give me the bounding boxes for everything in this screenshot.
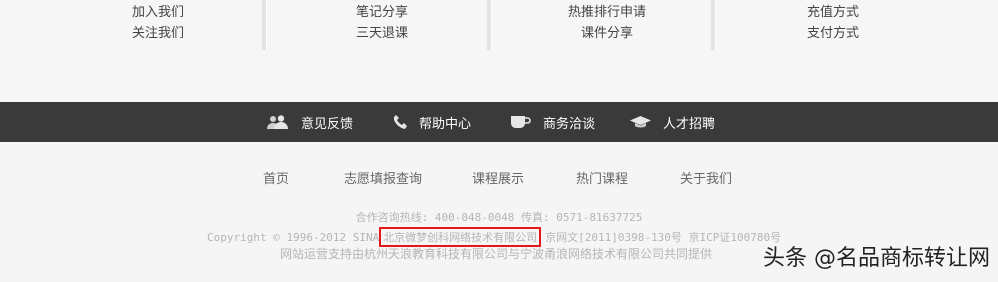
watermark: 头条 @名品商标转让网 bbox=[763, 246, 990, 271]
column-divider bbox=[487, 0, 492, 50]
nav-course-show[interactable]: 课程展示 bbox=[472, 168, 524, 187]
business-label: 商务洽谈 bbox=[543, 116, 596, 132]
help-center-button[interactable]: 帮助中心 bbox=[393, 102, 471, 142]
service-bar: 意见反馈 帮助中心 商务洽谈 人才招聘 bbox=[0, 102, 998, 142]
company-name-highlight: 北京微梦创科网络技术有限公司 bbox=[379, 227, 542, 247]
copyright-line: Copyright © 1996-2012 SINA 北京微梦创科网络技术有限公司… bbox=[207, 227, 781, 247]
users-icon bbox=[267, 115, 288, 129]
column-divider bbox=[262, 0, 267, 50]
link-column-2: 笔记分享 三天退课 bbox=[332, 0, 432, 60]
nav-about-us[interactable]: 关于我们 bbox=[680, 168, 732, 187]
copyright-prefix: Copyright © 1996-2012 SINA bbox=[207, 231, 380, 244]
link-courseware-share[interactable]: 课件分享 bbox=[556, 23, 658, 44]
coffee-cup-icon bbox=[511, 116, 531, 128]
link-column-1: 加入我们 关注我们 bbox=[108, 0, 208, 60]
link-ranking-apply[interactable]: 热推排行申请 bbox=[556, 2, 658, 23]
column-divider bbox=[711, 0, 716, 50]
recruitment-label: 人才招聘 bbox=[663, 116, 716, 132]
business-button[interactable]: 商务洽谈 bbox=[510, 102, 595, 142]
nav-home[interactable]: 首页 bbox=[263, 168, 289, 187]
footer-link-columns: 加入我们 关注我们 笔记分享 三天退课 热推排行申请 课件分享 充值方式 支付方… bbox=[0, 0, 998, 102]
link-notes-share[interactable]: 笔记分享 bbox=[332, 2, 432, 23]
link-follow-us[interactable]: 关注我们 bbox=[108, 23, 208, 44]
recruitment-button[interactable]: 人才招聘 bbox=[630, 102, 715, 142]
link-column-3: 热推排行申请 课件分享 bbox=[556, 0, 658, 60]
support-text: 网站运营支持由杭州天浪教育科技有限公司与宁波甬浪网络技术有限公司共同提供 bbox=[280, 247, 713, 261]
feedback-label: 意见反馈 bbox=[301, 116, 354, 132]
nav-volunteer-query[interactable]: 志愿填报查询 bbox=[344, 168, 422, 187]
nav-hot-courses[interactable]: 热门课程 bbox=[576, 168, 628, 187]
link-column-4: 充值方式 支付方式 bbox=[783, 0, 883, 60]
feedback-button[interactable]: 意见反馈 bbox=[267, 102, 353, 142]
footer-nav: 首页 志愿填报查询 课程展示 热门课程 关于我们 bbox=[0, 168, 998, 188]
graduation-cap-icon bbox=[630, 116, 651, 128]
license-text: 京网文[2011]0398-130号 京ICP证100780号 bbox=[545, 231, 782, 244]
help-center-label: 帮助中心 bbox=[419, 116, 472, 132]
hotline-text: 合作咨询热线: 400-048-0048 传真: 0571-81637725 bbox=[355, 211, 643, 224]
link-refund[interactable]: 三天退课 bbox=[332, 23, 432, 44]
phone-icon bbox=[393, 115, 407, 129]
link-recharge[interactable]: 充值方式 bbox=[783, 2, 883, 23]
link-payment[interactable]: 支付方式 bbox=[783, 23, 883, 44]
link-join-us[interactable]: 加入我们 bbox=[108, 2, 208, 23]
